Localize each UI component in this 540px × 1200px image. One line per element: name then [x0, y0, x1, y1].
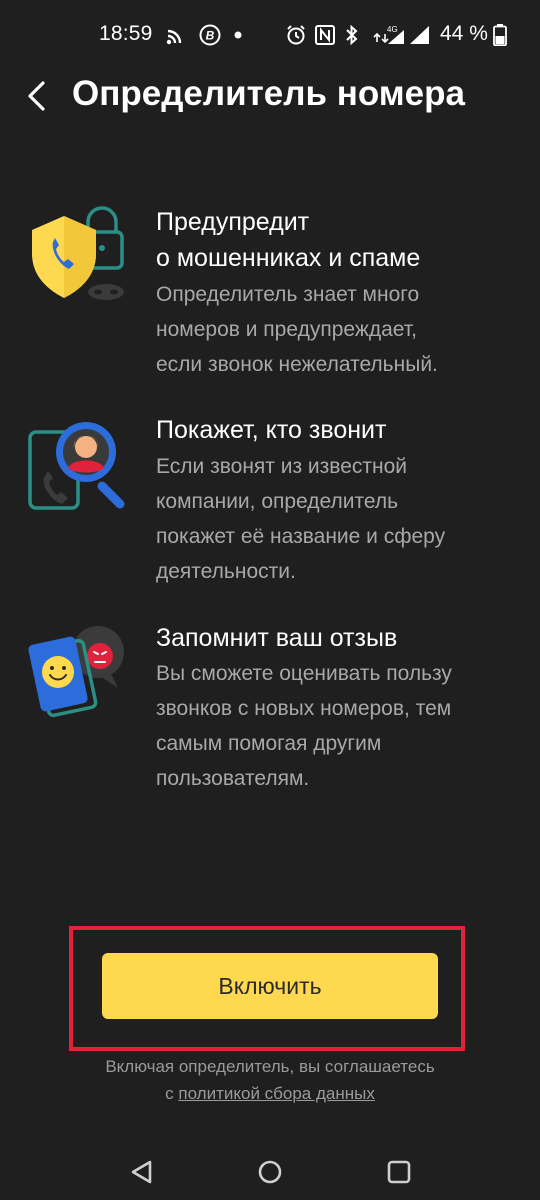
- b-circle-icon: B: [199, 24, 221, 46]
- feature-description: Определитель знает много номеров и преду…: [156, 277, 526, 382]
- feature-description-line: если звонок нежелательный.: [156, 353, 438, 376]
- svg-text:4G: 4G: [387, 25, 398, 34]
- bluetooth-icon: [346, 24, 358, 46]
- consent-prefix: с: [165, 1084, 179, 1103]
- dot-icon: [234, 31, 242, 39]
- feature-description-line: Если звонят из известной: [156, 455, 408, 478]
- battery-icon: [493, 24, 507, 46]
- consent-line-2: с политикой сбора данных: [0, 1080, 540, 1107]
- status-time: 18:59: [99, 22, 153, 45]
- feature-description-line: пользователям.: [156, 767, 310, 790]
- status-bar: 18:59 B 4G 44 %: [0, 0, 540, 70]
- feature-title-line: о мошенниках и спаме: [156, 244, 421, 272]
- feature-caller-id: Покажет, кто звонит Если звонят из извес…: [0, 412, 540, 592]
- feature-description-line: Определитель знает много: [156, 283, 420, 306]
- feature-fraud-warning: Предупредит о мошенниках и спаме Определ…: [0, 200, 540, 390]
- feature-description: Вы сможете оценивать пользу звонков с но…: [156, 656, 526, 796]
- feature-description: Если звонят из известной компании, опред…: [156, 449, 526, 589]
- feature-description-line: компании, определитель: [156, 490, 399, 513]
- feature-description-line: Вы сможете оценивать пользу: [156, 662, 452, 685]
- feature-title: Предупредит о мошенниках и спаме: [156, 204, 526, 276]
- feature-description-line: покажет её название и сферу: [156, 525, 446, 548]
- navigation-bar: [0, 1140, 540, 1200]
- nfc-icon: [315, 25, 335, 45]
- cast-icon: [166, 29, 182, 45]
- recents-square-icon[interactable]: [379, 1152, 419, 1192]
- feature-title: Запомнит ваш отзыв: [156, 624, 398, 652]
- chevron-left-icon: [28, 81, 45, 111]
- smiley-feedback-illustration: [28, 626, 124, 718]
- feature-description-line: деятельности.: [156, 560, 296, 583]
- privacy-policy-link[interactable]: политикой сбора данных: [178, 1084, 374, 1103]
- mobile-data-icon: 4G: [373, 25, 404, 44]
- consent-line: Включая определитель, вы соглашаетесь: [105, 1057, 435, 1076]
- signal-icon: [410, 26, 429, 44]
- enable-button[interactable]: Включить: [102, 953, 438, 1019]
- back-triangle-icon[interactable]: [122, 1152, 162, 1192]
- consent-text: Включая определитель, вы соглашаетесь с …: [0, 1053, 540, 1107]
- svg-text:B: B: [206, 29, 215, 43]
- feature-description-line: самым помогая другим: [156, 732, 382, 755]
- back-button[interactable]: [14, 70, 66, 122]
- shield-phone-lock-illustration: [32, 206, 124, 300]
- feature-description-line: номеров и предупреждает,: [156, 318, 417, 341]
- battery-percent: 44 %: [440, 22, 488, 45]
- feature-description-line: звонков с новых номеров, тем: [156, 697, 452, 720]
- page-title: Определитель номера: [72, 74, 465, 113]
- alarm-icon: [287, 25, 305, 45]
- feature-title-line: Предупредит: [156, 208, 310, 236]
- feature-title: Покажет, кто звонит: [156, 416, 387, 444]
- home-circle-icon[interactable]: [250, 1152, 290, 1192]
- magnifier-caller-illustration: [28, 422, 125, 510]
- feature-feedback: Запомнит ваш отзыв Вы сможете оценивать …: [0, 618, 540, 798]
